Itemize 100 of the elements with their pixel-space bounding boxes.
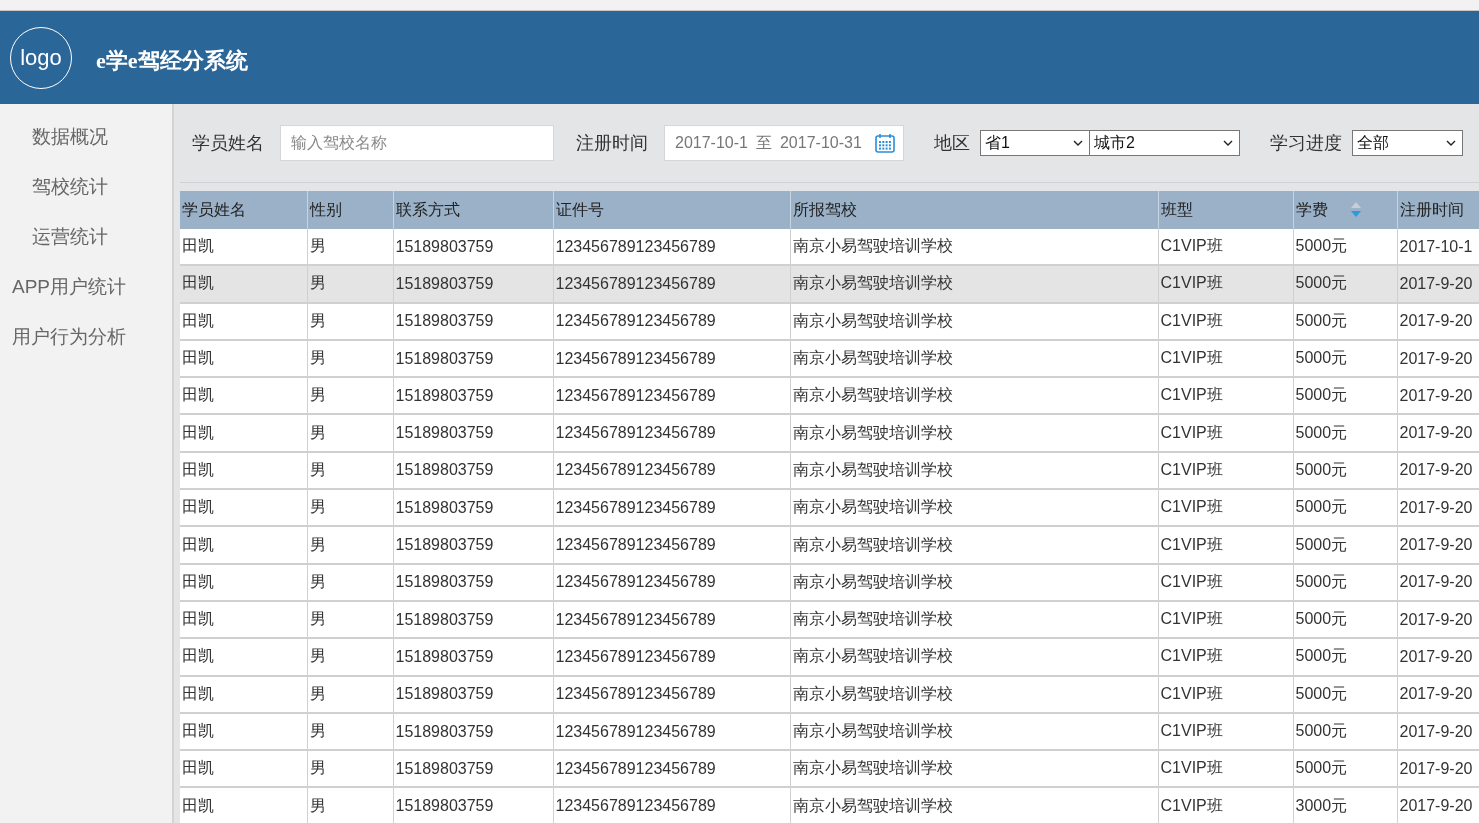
table-cell: 15189803759 [393, 638, 553, 676]
table-row[interactable]: 田凯 男 15189803759 123456789123456789 南京小易驾驶培训学校 C1VIP班 5000元 2017-9-20 [180, 563, 1479, 601]
sidebar-item[interactable]: APP用户统计 [0, 270, 172, 320]
column-header[interactable]: 学费 [1293, 191, 1397, 229]
table-cell: 南京小易驾驶培训学校 [790, 265, 1158, 303]
table-row[interactable]: 田凯 男 15189803759 123456789123456789 南京小易驾驶培训学校 C1VIP班 5000元 2017-9-20 [180, 750, 1479, 788]
chevron-down-icon [1073, 140, 1083, 146]
table-cell: 田凯 [180, 414, 307, 452]
column-header[interactable]: 性别 [307, 191, 393, 229]
table-cell: 2017-9-20 [1397, 526, 1479, 564]
table-cell: C1VIP班 [1158, 265, 1293, 303]
table-cell: C1VIP班 [1158, 787, 1293, 823]
table-cell: 15189803759 [393, 563, 553, 601]
table-cell: 2017-9-20 [1397, 638, 1479, 676]
filter-label: 学习进度 [1270, 132, 1342, 155]
date-range-field[interactable]: 2017-10-1 至 2017-10-31 [664, 125, 904, 161]
column-header[interactable]: 班型 [1158, 191, 1293, 229]
filter-label: 注册时间 [576, 132, 648, 155]
table-cell: 15189803759 [393, 302, 553, 340]
column-header[interactable]: 证件号 [553, 191, 790, 229]
sidebar-item[interactable]: 运营统计 [0, 220, 172, 270]
column-header[interactable]: 联系方式 [393, 191, 553, 229]
table-row[interactable]: 田凯 男 15189803759 123456789123456789 南京小易驾驶培训学校 C1VIP班 5000元 2017-9-20 [180, 638, 1479, 676]
table-cell: 南京小易驾驶培训学校 [790, 302, 1158, 340]
table-cell: 田凯 [180, 675, 307, 713]
filter-label: 学员姓名 [192, 132, 264, 155]
table-cell: 男 [307, 414, 393, 452]
table-cell: 南京小易驾驶培训学校 [790, 787, 1158, 823]
table-cell: C1VIP班 [1158, 302, 1293, 340]
column-header[interactable]: 注册时间 [1397, 191, 1479, 229]
table-cell: 南京小易驾驶培训学校 [790, 526, 1158, 564]
filter-label: 地区 [934, 132, 970, 155]
table-cell: 2017-9-20 [1397, 265, 1479, 303]
table-cell: C1VIP班 [1158, 414, 1293, 452]
table-cell: 15189803759 [393, 414, 553, 452]
name-input-field[interactable]: 输入驾校名称 [280, 125, 554, 161]
table-cell: 男 [307, 302, 393, 340]
table-cell: 田凯 [180, 563, 307, 601]
table-cell: 15189803759 [393, 526, 553, 564]
table-cell: C1VIP班 [1158, 675, 1293, 713]
table-cell: 5000元 [1293, 302, 1397, 340]
table-cell: 2017-9-20 [1397, 302, 1479, 340]
table-cell: 2017-9-20 [1397, 787, 1479, 823]
table-cell: 田凯 [180, 302, 307, 340]
table-cell: 田凯 [180, 265, 307, 303]
table-cell: C1VIP班 [1158, 563, 1293, 601]
sidebar-item[interactable]: 数据概况 [0, 120, 172, 170]
table-cell: 男 [307, 638, 393, 676]
table-row[interactable]: 田凯 男 15189803759 123456789123456789 南京小易驾驶培训学校 C1VIP班 5000元 2017-9-20 [180, 339, 1479, 378]
table-cell: 南京小易驾驶培训学校 [790, 563, 1158, 601]
table-row[interactable]: 田凯 男 15189803759 123456789123456789 南京小易驾驶培训学校 C1VIP班 5000元 2017-9-20 [180, 526, 1479, 564]
table-row[interactable]: 田凯 男 15189803759 123456789123456789 南京小易驾驶培训学校 C1VIP班 5000元 2017-9-20 [180, 302, 1479, 340]
column-header[interactable]: 所报驾校 [790, 191, 1158, 229]
table-row[interactable]: 田凯 男 15189803759 123456789123456789 南京小易驾驶培训学校 C1VIP班 5000元 2017-9-20 [180, 265, 1479, 303]
sort-icon[interactable] [1349, 201, 1362, 219]
table-cell: 2017-9-20 [1397, 563, 1479, 601]
table-cell: 123456789123456789 [553, 526, 790, 564]
table-cell: 男 [307, 675, 393, 713]
table-cell: 2017-9-20 [1397, 675, 1479, 713]
table-cell: 5000元 [1293, 563, 1397, 601]
table-cell: 5000元 [1293, 414, 1397, 452]
table-cell: 15189803759 [393, 265, 553, 303]
table-row[interactable]: 田凯 男 15189803759 123456789123456789 南京小易驾驶培训学校 C1VIP班 5000元 2017-9-20 [180, 414, 1479, 452]
table-cell: 田凯 [180, 638, 307, 676]
table-cell: 田凯 [180, 787, 307, 823]
table-cell: 南京小易驾驶培训学校 [790, 638, 1158, 676]
table-cell: 5000元 [1293, 265, 1397, 303]
table-row[interactable]: 田凯 男 15189803759 123456789123456789 南京小易驾驶培训学校 C1VIP班 5000元 2017-9-20 [180, 489, 1479, 527]
table-cell: 田凯 [180, 526, 307, 564]
sidebar-item[interactable]: 驾校统计 [0, 170, 172, 220]
table-cell: 123456789123456789 [553, 302, 790, 340]
table-cell: 123456789123456789 [553, 563, 790, 601]
dropdown[interactable]: 全部 [1352, 130, 1463, 156]
table-row[interactable]: 田凯 男 15189803759 123456789123456789 南京小易驾驶培训学校 C1VIP班 5000元 2017-9-20 [180, 451, 1479, 490]
table-cell: 男 [307, 265, 393, 303]
table-row[interactable]: 田凯 男 15189803759 123456789123456789 南京小易驾驶培训学校 C1VIP班 5000元 2017-9-20 [180, 377, 1479, 415]
sidebar-item[interactable]: 用户行为分析 [0, 320, 172, 370]
table-cell: 15189803759 [393, 675, 553, 713]
dropdown[interactable]: 城市2 [1090, 130, 1240, 156]
table-cell: 5000元 [1293, 526, 1397, 564]
column-header[interactable]: 学员姓名 [180, 191, 307, 229]
calendar-icon[interactable] [875, 133, 895, 153]
table-cell: 男 [307, 563, 393, 601]
dropdown[interactable]: 省1 [980, 130, 1090, 156]
table-row[interactable]: 田凯 男 15189803759 123456789123456789 南京小易驾驶培训学校 C1VIP班 5000元 2017-9-20 [180, 712, 1479, 751]
table-cell: 123456789123456789 [553, 787, 790, 823]
table-cell: 123456789123456789 [553, 265, 790, 303]
table-row[interactable]: 田凯 男 15189803759 123456789123456789 南京小易驾驶培训学校 C1VIP班 5000元 2017-9-20 [180, 600, 1479, 639]
chevron-down-icon [1446, 140, 1456, 146]
table-cell: 南京小易驾驶培训学校 [790, 414, 1158, 452]
table-cell: 南京小易驾驶培训学校 [790, 675, 1158, 713]
table-row[interactable]: 田凯 男 15189803759 123456789123456789 南京小易驾驶培训学校 C1VIP班 5000元 2017-9-20 [180, 675, 1479, 713]
table-row[interactable]: 田凯 男 15189803759 123456789123456789 南京小易驾驶培训学校 C1VIP班 5000元 2017-10-1 [180, 229, 1479, 266]
table-row[interactable]: 田凯 男 15189803759 123456789123456789 南京小易驾驶培训学校 C1VIP班 3000元 2017-9-20 [180, 787, 1479, 823]
table-cell: 123456789123456789 [553, 638, 790, 676]
table-cell: 男 [307, 787, 393, 823]
table-cell: 15189803759 [393, 787, 553, 823]
table-cell: C1VIP班 [1158, 526, 1293, 564]
table-cell: 男 [307, 526, 393, 564]
table-cell: 123456789123456789 [553, 675, 790, 713]
